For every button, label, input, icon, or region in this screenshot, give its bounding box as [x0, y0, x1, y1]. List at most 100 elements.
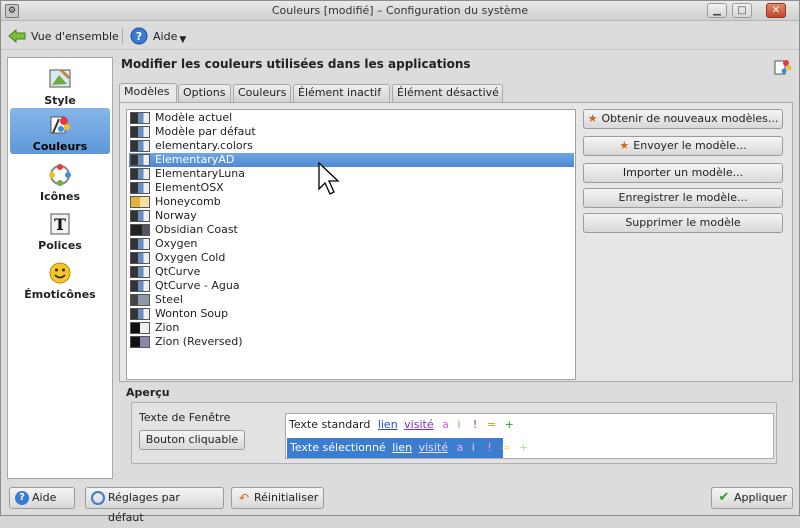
import-scheme-button[interactable]: Importer un modèle... — [583, 163, 783, 183]
list-item[interactable]: elementary.colors — [129, 139, 574, 153]
help-label: Aide — [153, 29, 178, 43]
list-item[interactable]: QtCurve - Agua — [129, 279, 574, 293]
sidebar-item-style[interactable]: Style — [10, 62, 110, 108]
sidebar-item-emoticons[interactable]: Émoticônes — [10, 256, 110, 302]
overview-button[interactable]: Vue d'ensemble — [7, 26, 119, 46]
sidebar-item-fonts[interactable]: T Polices — [10, 207, 110, 253]
preview-title: Aperçu — [126, 386, 170, 399]
scheme-preview-icon — [130, 112, 150, 124]
tab-colors[interactable]: Couleurs — [233, 84, 291, 102]
scheme-preview-icon — [130, 308, 150, 320]
help-icon: ? — [130, 27, 148, 45]
sidebar-item-label: Polices — [38, 239, 82, 252]
preview-link: lien — [377, 418, 398, 431]
checkmark-icon: ✔ — [718, 490, 730, 505]
tab-models[interactable]: Modèles — [119, 83, 177, 103]
list-item[interactable]: Oxygen Cold — [129, 251, 574, 265]
emoticons-icon — [49, 262, 71, 284]
preview-visited-link: visité — [404, 418, 434, 431]
list-item[interactable]: Modèle par défaut — [129, 125, 574, 139]
icons-icon — [49, 164, 71, 186]
sidebar-item-label: Icônes — [39, 190, 80, 203]
svg-text:?: ? — [136, 30, 142, 43]
sidebar-item-icons[interactable]: Icônes — [10, 158, 110, 204]
scheme-preview-icon — [130, 294, 150, 306]
list-item[interactable]: Obsidian Coast — [129, 223, 574, 237]
reset-button[interactable]: ↶ Réinitialiser — [231, 487, 324, 509]
maximize-button[interactable]: □ — [732, 3, 752, 18]
close-button[interactable]: ✕ — [766, 3, 786, 18]
list-item[interactable]: QtCurve — [129, 265, 574, 279]
toolbar: Vue d'ensemble ? Aide ▼ — [1, 22, 799, 50]
star-icon: ★ — [619, 139, 630, 152]
minimize-button[interactable]: ▁ — [707, 3, 727, 18]
scheme-preview-icon — [130, 140, 150, 152]
help-menu-button[interactable]: ? Aide ▼ — [130, 26, 186, 46]
list-item[interactable]: Honeycomb — [129, 195, 574, 209]
overview-label: Vue d'ensemble — [31, 29, 119, 43]
scheme-preview-icon — [130, 266, 150, 278]
back-arrow-icon — [8, 28, 26, 44]
svg-text:T: T — [54, 215, 66, 234]
refresh-icon — [91, 491, 105, 505]
preview-selected-text: Texte sélectionné lien visité a i ! = + — [287, 438, 528, 458]
tab-options[interactable]: Options — [178, 84, 231, 102]
fonts-icon: T — [50, 213, 70, 235]
tab-disabled-element[interactable]: Élément désactivé — [392, 84, 503, 102]
scheme-preview-icon — [130, 322, 150, 334]
help-icon: ? — [15, 491, 29, 505]
sidebar-item-label: Style — [44, 94, 76, 107]
scheme-preview-icon — [130, 280, 150, 292]
window-title: Couleurs [modifié] – Configuration du sy… — [271, 4, 529, 17]
list-item[interactable]: Modèle actuel — [129, 111, 574, 125]
defaults-button[interactable]: Réglages par défaut — [85, 487, 224, 524]
scheme-preview-icon — [130, 238, 150, 250]
delete-scheme-button[interactable]: Supprimer le modèle — [583, 213, 783, 233]
scheme-preview-icon — [130, 336, 150, 348]
preview-link: lien — [392, 441, 413, 454]
list-item[interactable]: Zion — [129, 321, 574, 335]
category-sidebar: Style Couleurs Icônes T Polices Émoticôn… — [7, 57, 113, 479]
window-text-label: Texte de Fenêtre — [139, 411, 231, 424]
scheme-preview-icon — [130, 252, 150, 264]
mouse-cursor-icon — [318, 162, 340, 195]
tab-inactive-element[interactable]: Élément inactif — [293, 84, 390, 102]
list-item[interactable]: Norway — [129, 209, 574, 223]
scheme-preview-icon — [130, 154, 150, 166]
colors-icon — [774, 60, 792, 75]
send-scheme-button[interactable]: ★ Envoyer le modèle... — [583, 136, 783, 156]
colors-icon — [50, 116, 70, 134]
star-icon: ★ — [587, 112, 598, 125]
list-item[interactable]: ElementOSX — [129, 181, 574, 195]
help-button[interactable]: ? Aide — [9, 487, 75, 509]
title-bar[interactable]: ⚙ Couleurs [modifié] – Configuration du … — [1, 1, 799, 21]
list-item[interactable]: Zion (Reversed) — [129, 335, 574, 349]
apply-button[interactable]: ✔ Appliquer — [711, 487, 793, 509]
get-new-schemes-button[interactable]: ★ Obtenir de nouveaux modèles... — [583, 109, 783, 129]
page-title: Modifier les couleurs utilisées dans les… — [121, 57, 471, 71]
preview-standard-text: Texte standard lien visité a i ! = + — [289, 418, 514, 431]
settings-window: ⚙ Couleurs [modifié] – Configuration du … — [0, 0, 800, 524]
preview-button[interactable]: Bouton cliquable — [139, 430, 245, 450]
scheme-preview-icon — [130, 126, 150, 138]
scheme-preview-icon — [130, 182, 150, 194]
list-item[interactable]: Steel — [129, 293, 574, 307]
scheme-preview-icon — [130, 224, 150, 236]
list-item[interactable]: Wonton Soup — [129, 307, 574, 321]
sidebar-item-label: Couleurs — [32, 140, 88, 153]
sidebar-item-label: Émoticônes — [24, 288, 96, 301]
style-icon — [49, 68, 71, 88]
scheme-preview-icon — [130, 168, 150, 180]
sidebar-item-colors[interactable]: Couleurs — [10, 108, 110, 154]
save-scheme-button[interactable]: Enregistrer le modèle... — [583, 188, 783, 208]
scheme-preview-icon — [130, 210, 150, 222]
list-item-selected[interactable]: ElementaryAD — [129, 153, 574, 167]
toolbar-separator — [122, 28, 123, 44]
chevron-down-icon: ▼ — [179, 35, 187, 45]
preview-visited-link: visité — [418, 441, 448, 454]
scheme-list[interactable]: Modèle actuel Modèle par défaut elementa… — [126, 109, 576, 380]
undo-icon: ↶ — [238, 491, 250, 505]
scheme-preview-icon — [130, 196, 150, 208]
list-item[interactable]: Oxygen — [129, 237, 574, 251]
list-item[interactable]: ElementaryLuna — [129, 167, 574, 181]
